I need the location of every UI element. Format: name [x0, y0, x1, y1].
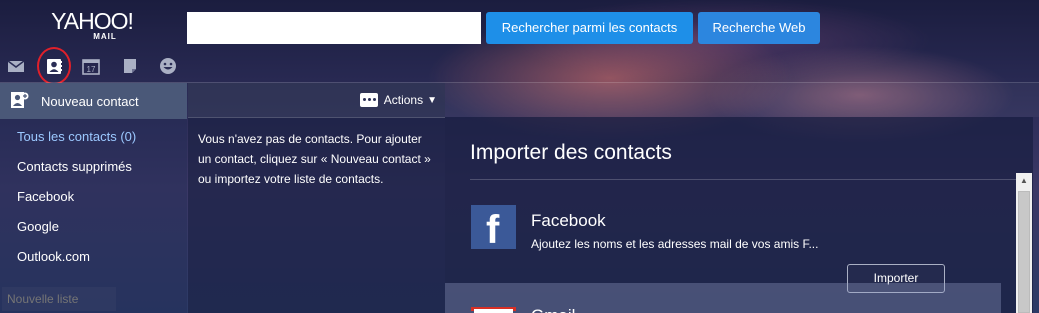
- messenger-icon[interactable]: [158, 56, 178, 76]
- content-header-strip: [445, 83, 1039, 117]
- calendar-day: 17: [87, 65, 96, 74]
- actions-label: Actions: [383, 93, 424, 107]
- more-icon: [359, 93, 378, 107]
- scrollbar-thumb[interactable]: [1018, 191, 1030, 313]
- chevron-down-icon: ▼: [427, 94, 437, 106]
- sidebar-item-facebook[interactable]: Facebook: [17, 189, 74, 204]
- sidebar-item-all-contacts[interactable]: Tous les contacts (0): [17, 129, 136, 144]
- top-bar: YAHOO! MAIL Rechercher parmi les contact…: [0, 0, 1039, 82]
- facebook-provider-description: Ajoutez les noms et les adresses mail de…: [531, 237, 819, 251]
- sidebar-item-outlook[interactable]: Outlook.com: [17, 249, 90, 264]
- logo-main: YAHOO!: [51, 8, 134, 34]
- facebook-provider-name: Facebook: [531, 211, 606, 230]
- facebook-icon: f: [471, 205, 516, 252]
- sidebar-item-deleted-contacts[interactable]: Contacts supprimés: [17, 159, 132, 174]
- import-divider: [470, 179, 1025, 180]
- gmail-provider-row[interactable]: [445, 283, 1001, 313]
- import-title: Importer des contacts: [470, 141, 672, 164]
- new-list-input[interactable]: [2, 287, 116, 311]
- gmail-provider-name: Gmail: [531, 306, 575, 313]
- new-contact-button[interactable]: Nouveau contact: [0, 83, 187, 119]
- annotation-circle: [37, 47, 71, 85]
- mail-icon[interactable]: [6, 56, 26, 76]
- import-panel: Importer des contacts f Facebook Ajoutez…: [445, 117, 1033, 313]
- notepad-icon[interactable]: [120, 56, 140, 76]
- actions-bar: Actions ▼: [188, 83, 445, 118]
- sidebar-item-google[interactable]: Google: [17, 219, 59, 234]
- contacts-sidebar: Nouveau contact Tous les contacts (0) Co…: [0, 83, 187, 313]
- add-contact-icon: [11, 92, 29, 108]
- search-contacts-button[interactable]: Rechercher parmi les contacts: [486, 12, 693, 44]
- actions-menu[interactable]: Actions ▼: [359, 93, 437, 107]
- yahoo-mail-logo[interactable]: YAHOO! MAIL: [44, 10, 140, 42]
- empty-contacts-message: Vous n'avez pas de contacts. Pour ajoute…: [198, 132, 431, 186]
- calendar-icon[interactable]: 17: [81, 56, 101, 76]
- search-input[interactable]: [187, 12, 481, 44]
- new-contact-label: Nouveau contact: [41, 94, 139, 109]
- contact-list-panel: Actions ▼ Vous n'avez pas de contacts. P…: [188, 83, 445, 313]
- web-search-button[interactable]: Recherche Web: [698, 12, 820, 44]
- gmail-icon: [471, 307, 516, 313]
- scroll-up-arrow-icon[interactable]: ▲: [1016, 173, 1032, 189]
- scrollbar[interactable]: ▲: [1016, 173, 1032, 313]
